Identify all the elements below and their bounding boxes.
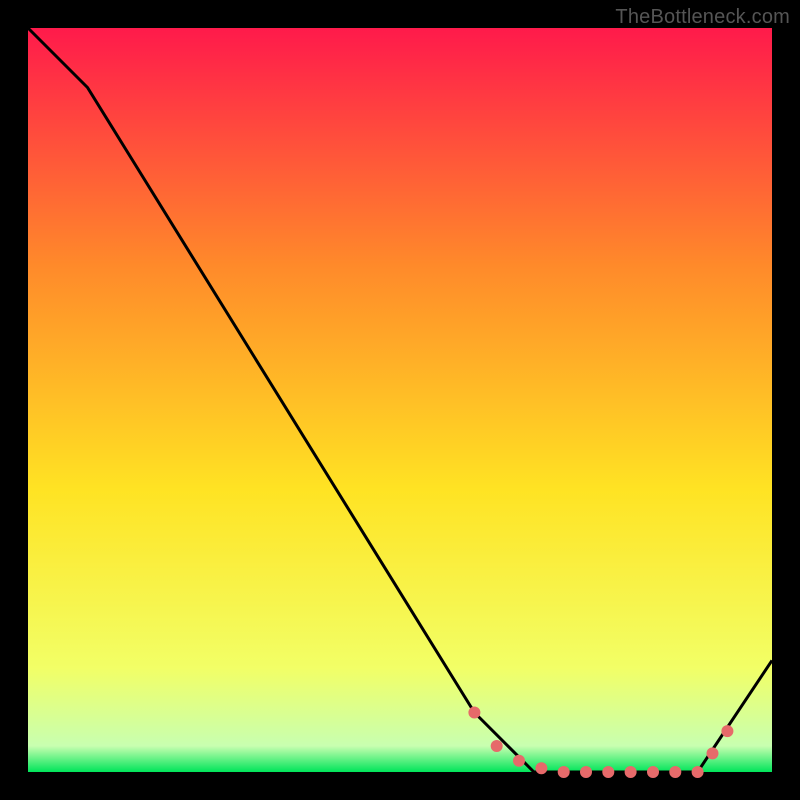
highlight-marker — [513, 755, 525, 767]
bottleneck-chart — [0, 0, 800, 800]
highlight-marker — [491, 740, 503, 752]
highlight-marker — [721, 725, 733, 737]
chart-frame: TheBottleneck.com — [0, 0, 800, 800]
highlight-marker — [558, 766, 570, 778]
highlight-marker — [580, 766, 592, 778]
plot-background — [28, 28, 772, 772]
highlight-marker — [707, 747, 719, 759]
highlight-marker — [625, 766, 637, 778]
highlight-marker — [602, 766, 614, 778]
highlight-marker — [669, 766, 681, 778]
highlight-marker — [468, 707, 480, 719]
highlight-marker — [647, 766, 659, 778]
watermark-label: TheBottleneck.com — [615, 6, 790, 29]
highlight-marker — [692, 766, 704, 778]
highlight-marker — [535, 762, 547, 774]
